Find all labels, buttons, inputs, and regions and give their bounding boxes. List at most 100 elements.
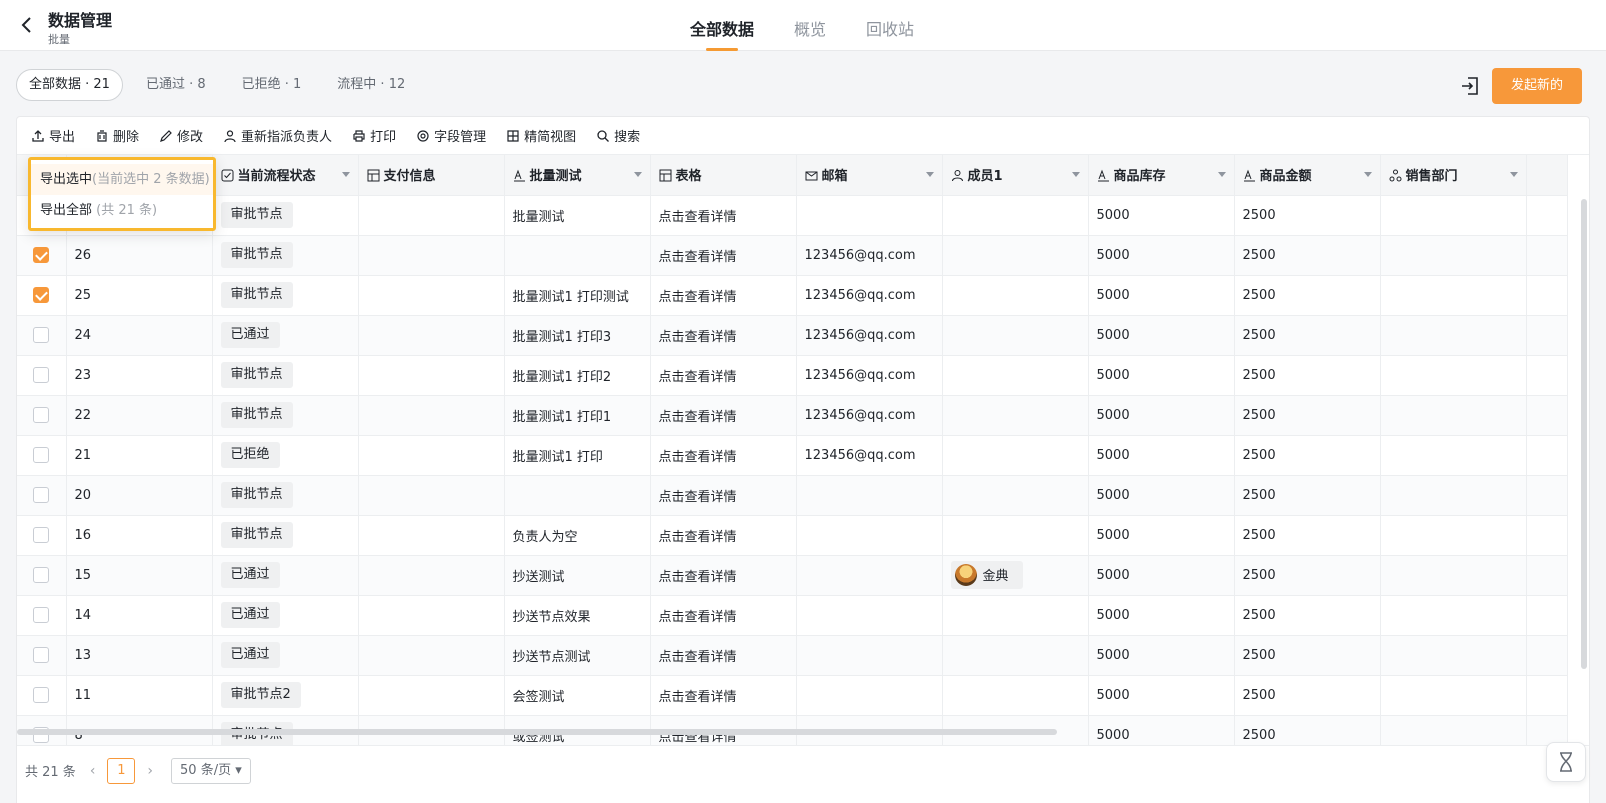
cell-stock: 5000 (1088, 195, 1235, 236)
header-batch: 批量测试 (504, 155, 651, 196)
prev-page-icon[interactable]: ‹ (90, 763, 96, 779)
create-new-button[interactable]: 发起新的 (1492, 68, 1582, 104)
table-row[interactable]: 13 已通过 抄送节点测试 点击查看详情 5000 2500 (17, 635, 1568, 676)
cell-table[interactable]: 点击查看详情 (650, 475, 797, 516)
header-email-label: 邮箱 (821, 169, 848, 185)
member-chip[interactable]: 金典 (950, 560, 1023, 589)
table-row[interactable]: 23 审批节点 批量测试1 打印2 点击查看详情 123456@qq.com 5000 25… (17, 355, 1568, 396)
cell-table[interactable]: 点击查看详情 (650, 315, 797, 356)
cell-table[interactable]: 点击查看详情 (650, 355, 797, 396)
cell-table[interactable]: 点击查看详情 (650, 675, 797, 716)
cell-dept (1380, 635, 1527, 676)
table-row[interactable]: 22 审批节点 批量测试1 打印1 点击查看详情 123456@qq.com 5000 25… (17, 395, 1568, 436)
cell-batch (504, 475, 651, 516)
header-stock-label: 商品库存 (1113, 169, 1166, 185)
horizontal-scrollbar[interactable] (17, 729, 1057, 735)
header-dept-label: 销售部门 (1405, 169, 1458, 185)
hourglass-icon[interactable] (1546, 742, 1586, 782)
cell-dept (1380, 315, 1527, 356)
tab-overview[interactable]: 概览 (794, 0, 826, 51)
header-payment-label: 支付信息 (383, 169, 436, 185)
search-button[interactable]: 搜索 (596, 126, 640, 145)
table-row[interactable]: 16 审批节点 负责人为空 点击查看详情 5000 2500 (17, 515, 1568, 556)
row-checkbox[interactable] (33, 287, 49, 303)
row-checkbox[interactable] (33, 367, 49, 383)
table-row[interactable]: 审批节点 批量测试 点击查看详情 5000 2500 (17, 195, 1568, 236)
cell-table[interactable]: 点击查看详情 (650, 635, 797, 676)
caret-down-icon[interactable] (1363, 172, 1372, 177)
department-icon (1389, 169, 1401, 182)
export-icon (32, 129, 44, 142)
tab-all-data[interactable]: 全部数据 (690, 0, 754, 51)
row-checkbox[interactable] (33, 527, 49, 543)
export-selected-option[interactable]: 导出选中(当前选中 2 条数据) (31, 164, 213, 195)
filter-rejected[interactable]: 已拒绝 · 1 (229, 69, 315, 101)
exit-icon[interactable] (1459, 75, 1481, 97)
cell-member (942, 515, 1089, 556)
cell-stock: 5000 (1088, 235, 1235, 276)
table-row[interactable]: 25 审批节点 批量测试1 打印测试 点击查看详情 123456@qq.com 5000 2… (17, 275, 1568, 316)
table-row[interactable]: 20 审批节点 点击查看详情 5000 2500 (17, 475, 1568, 516)
caret-down-icon[interactable] (633, 172, 642, 177)
reassign-button[interactable]: 重新指派负责人 (223, 126, 332, 145)
row-checkbox[interactable] (33, 247, 49, 263)
back-arrow-icon[interactable] (18, 15, 36, 35)
member-name: 金典 (982, 569, 1009, 584)
header-status-label: 当前流程状态 (237, 169, 316, 185)
cell-table[interactable]: 点击查看详情 (650, 395, 797, 436)
table-row[interactable]: 14 已通过 抄送节点效果 点击查看详情 5000 2500 (17, 595, 1568, 636)
next-page-icon[interactable]: › (147, 763, 153, 779)
page-number[interactable]: 1 (107, 757, 136, 784)
compact-view-button[interactable]: 精简视图 (506, 126, 576, 145)
cell-table[interactable]: 点击查看详情 (650, 555, 797, 596)
row-checkbox[interactable] (33, 687, 49, 703)
table-field-icon (367, 169, 379, 182)
print-button[interactable]: 打印 (352, 126, 396, 145)
cell-amount: 2500 (1234, 435, 1381, 476)
filter-in-progress[interactable]: 流程中 · 12 (324, 69, 418, 101)
cell-table[interactable]: 点击查看详情 (650, 235, 797, 276)
cell-payment (358, 195, 505, 236)
cell-table[interactable]: 点击查看详情 (650, 595, 797, 636)
caret-down-icon[interactable] (925, 172, 934, 177)
field-management-button[interactable]: 字段管理 (416, 126, 486, 145)
cell-extra (1526, 275, 1568, 316)
cell-table[interactable]: 点击查看详情 (650, 515, 797, 556)
row-select-cell (17, 315, 67, 356)
row-checkbox[interactable] (33, 607, 49, 623)
cell-extra (1526, 435, 1568, 476)
row-checkbox[interactable] (33, 487, 49, 503)
cell-table[interactable]: 点击查看详情 (650, 195, 797, 236)
cell-table[interactable]: 点击查看详情 (650, 275, 797, 316)
row-checkbox[interactable] (33, 567, 49, 583)
table-row[interactable]: 21 已拒绝 批量测试1 打印 点击查看详情 123456@qq.com 5000 2500 (17, 435, 1568, 476)
page-size-select[interactable]: 50 条/页 ▾ (171, 757, 251, 784)
cell-extra (1526, 475, 1568, 516)
cell-table[interactable]: 点击查看详情 (650, 435, 797, 476)
cell-payment (358, 515, 505, 556)
row-checkbox[interactable] (33, 407, 49, 423)
table-header-row: 当前流程状态 支付信息 批量测试 表格 邮箱 成员1 商品库存 商品金额 销售部… (17, 155, 1568, 196)
export-button[interactable]: 导出 (31, 126, 75, 145)
table-row[interactable]: 26 审批节点 点击查看详情 123456@qq.com 5000 2500 (17, 235, 1568, 276)
row-checkbox[interactable] (33, 447, 49, 463)
table-row[interactable]: 24 已通过 批量测试1 打印3 点击查看详情 123456@qq.com 5000 250… (17, 315, 1568, 356)
cell-stock: 5000 (1088, 315, 1235, 356)
edit-button[interactable]: 修改 (159, 126, 203, 145)
caret-down-icon[interactable] (1217, 172, 1226, 177)
tab-recycle-bin[interactable]: 回收站 (866, 0, 914, 51)
row-checkbox[interactable] (33, 647, 49, 663)
export-selected-note: (当前选中 2 条数据) (92, 172, 210, 187)
cell-dept (1380, 595, 1527, 636)
vertical-scrollbar[interactable] (1581, 199, 1587, 669)
delete-button[interactable]: 删除 (95, 126, 139, 145)
filter-approved[interactable]: 已通过 · 8 (133, 69, 219, 101)
caret-down-icon[interactable] (341, 172, 350, 177)
filter-all[interactable]: 全部数据 · 21 (16, 69, 123, 101)
table-row[interactable]: 11 审批节点2 会签测试 点击查看详情 5000 2500 (17, 675, 1568, 716)
caret-down-icon[interactable] (1509, 172, 1518, 177)
table-row[interactable]: 15 已通过 抄送测试 点击查看详情 金典 5000 2500 (17, 555, 1568, 596)
caret-down-icon[interactable] (1071, 172, 1080, 177)
export-all-option[interactable]: 导出全部 (共 21 条) (31, 195, 213, 226)
row-checkbox[interactable] (33, 327, 49, 343)
